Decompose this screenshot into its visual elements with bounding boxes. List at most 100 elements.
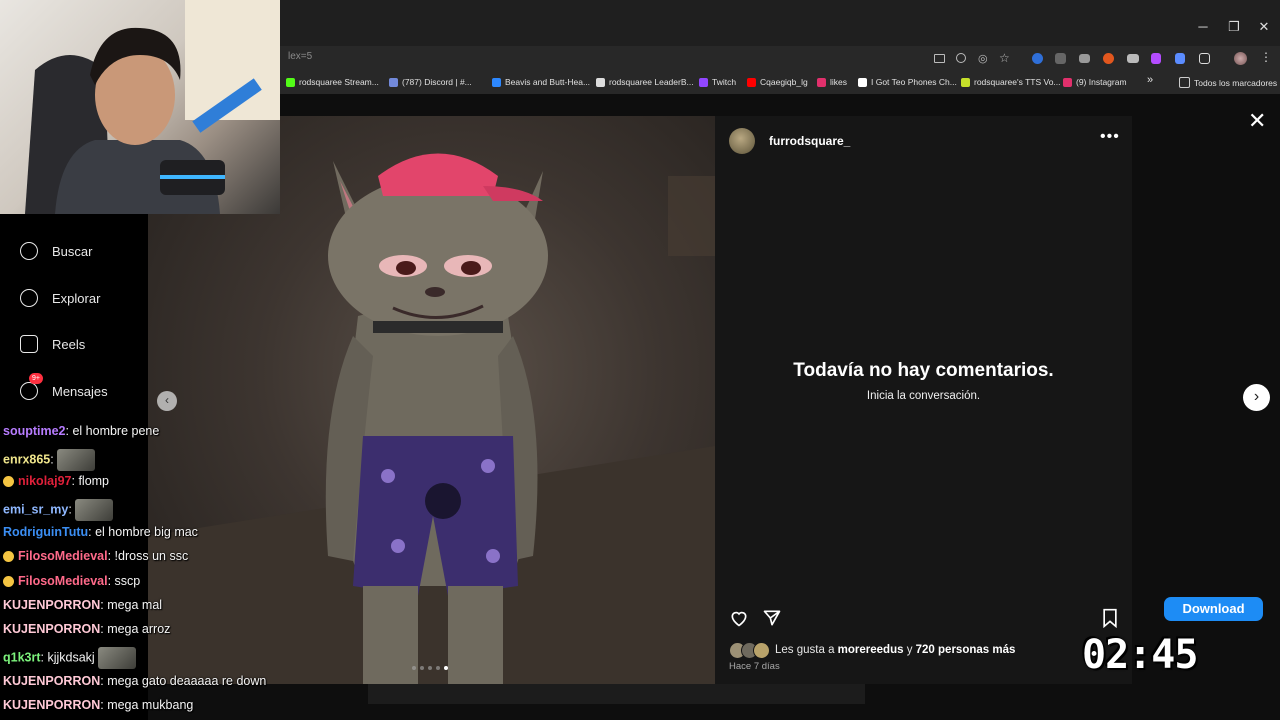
zoom-icon[interactable] bbox=[956, 53, 966, 63]
bookmark-item[interactable]: (9) Instagram bbox=[1063, 77, 1127, 87]
chat-username[interactable]: q1k3rt bbox=[3, 650, 41, 664]
close-window-button[interactable]: ✕ bbox=[1251, 14, 1277, 40]
minimize-button[interactable]: ─ bbox=[1190, 14, 1216, 40]
sidebar-item-label: Buscar bbox=[52, 243, 93, 259]
chat-message: KUJENPORRON: mega arroz bbox=[3, 622, 170, 636]
likes-count[interactable]: 720 personas más bbox=[916, 644, 1016, 656]
shorts-pattern bbox=[381, 469, 395, 483]
carousel-dot bbox=[420, 666, 424, 670]
extension-icon[interactable] bbox=[1151, 53, 1161, 64]
chat-text: : !dross un ssc bbox=[107, 549, 189, 563]
chat-username[interactable]: emi_sr_my bbox=[3, 502, 68, 516]
chat-message: RodriguinTutu: el hombre big mac bbox=[3, 525, 198, 539]
sidebar-item-label: Reels bbox=[52, 336, 86, 352]
no-comments-title: Todavía no hay comentarios. bbox=[793, 360, 1054, 381]
extension-icon[interactable] bbox=[1175, 53, 1185, 64]
chat-username[interactable]: nikolaj97 bbox=[18, 474, 72, 488]
chat-message: enrx865: bbox=[3, 449, 95, 471]
collar bbox=[373, 321, 503, 333]
chat-text: : mega arroz bbox=[100, 622, 171, 636]
chat-message: q1k3rt: kjjkdsakj bbox=[3, 647, 136, 669]
chat-username[interactable]: enrx865 bbox=[3, 452, 50, 466]
webcam-overlay bbox=[0, 0, 280, 214]
heart-icon[interactable] bbox=[729, 608, 749, 628]
bookmark-item[interactable]: rodsquaree LeaderB... bbox=[596, 77, 694, 87]
sidebar-item-reels[interactable]: Reels bbox=[20, 335, 85, 353]
extension-icon[interactable] bbox=[1103, 53, 1114, 64]
bookmark-item[interactable]: rodsquaree Stream... bbox=[286, 77, 379, 87]
chat-username[interactable]: KUJENPORRON bbox=[3, 598, 100, 612]
profile-avatar[interactable] bbox=[1234, 52, 1247, 65]
chat-username[interactable]: KUJENPORRON bbox=[3, 622, 100, 636]
bookmark-item[interactable]: likes bbox=[817, 77, 847, 87]
extension-icon[interactable] bbox=[1127, 54, 1139, 63]
carousel-indicator bbox=[412, 666, 448, 670]
chat-badge-icon bbox=[3, 551, 14, 563]
liker-username[interactable]: morereedus bbox=[838, 644, 904, 656]
likes-summary[interactable]: Les gusta a morereedus y 720 personas má… bbox=[775, 644, 1015, 656]
chat-message: KUJENPORRON: mega mal bbox=[3, 598, 162, 612]
download-button[interactable]: Download bbox=[1164, 597, 1263, 621]
user-avatar[interactable] bbox=[729, 128, 755, 154]
chat-username[interactable]: souptime2 bbox=[3, 424, 66, 438]
pupil-left bbox=[396, 261, 416, 275]
bookmark-label: rodsquaree Stream... bbox=[299, 77, 379, 87]
maximize-button[interactable]: ❐ bbox=[1221, 14, 1247, 40]
close-modal-button[interactable]: ✕ bbox=[1248, 108, 1266, 134]
chat-username[interactable]: FilosoMedieval bbox=[18, 549, 108, 563]
carousel-dot bbox=[412, 666, 416, 670]
chat-username[interactable]: FilosoMedieval bbox=[18, 574, 108, 588]
bookmark-star-icon[interactable]: ☆ bbox=[999, 51, 1013, 65]
pink-cap bbox=[378, 153, 498, 196]
post-username[interactable]: furrodsquare_ bbox=[769, 134, 850, 148]
extension-icon[interactable] bbox=[1079, 54, 1090, 63]
share-icon[interactable] bbox=[762, 608, 782, 628]
bookmark-item[interactable]: rodsquaree's TTS Vo... bbox=[961, 77, 1061, 87]
url-text[interactable]: lex=5 bbox=[288, 51, 312, 62]
sidebar-item-explorar[interactable]: Explorar bbox=[20, 289, 100, 307]
bookmark-item[interactable]: Beavis and Butt-Hea... bbox=[492, 77, 590, 87]
extension-icon[interactable] bbox=[1055, 53, 1066, 64]
chat-username[interactable]: RodriguinTutu bbox=[3, 525, 88, 539]
chat-text: : mega gato deaaaaa re down bbox=[100, 674, 267, 688]
bookmark-favicon bbox=[858, 77, 867, 87]
bookmark-item[interactable]: I Got Teo Phones Ch... bbox=[858, 77, 957, 87]
chat-text: : kjjkdsakj bbox=[40, 650, 95, 665]
previous-image-button[interactable]: ‹ bbox=[157, 391, 177, 411]
bookmark-label: Beavis and Butt-Hea... bbox=[505, 77, 591, 87]
gengar-print bbox=[425, 483, 461, 519]
more-options-icon[interactable]: ••• bbox=[1100, 128, 1120, 146]
bookmarks-overflow-button[interactable]: » bbox=[1147, 74, 1153, 86]
install-icon[interactable] bbox=[934, 54, 945, 63]
costume-leg-right bbox=[448, 586, 503, 684]
chat-message: FilosoMedieval: !dross un ssc bbox=[3, 549, 188, 563]
chat-text: : mega mal bbox=[100, 598, 163, 612]
chat-emote-image bbox=[97, 647, 136, 669]
bookmark-item[interactable]: Twitch bbox=[699, 77, 736, 87]
puzzle-icon[interactable] bbox=[1199, 53, 1210, 64]
all-bookmarks-button[interactable]: Todos los marcadores bbox=[1179, 77, 1277, 88]
sidebar-item-buscar[interactable]: Buscar bbox=[20, 242, 92, 260]
eye-off-icon[interactable]: ◎ bbox=[978, 52, 992, 66]
bookmark-favicon bbox=[747, 77, 756, 87]
bookmark-label: rodsquaree LeaderB... bbox=[609, 77, 694, 87]
chat-username[interactable]: KUJENPORRON bbox=[3, 698, 100, 712]
save-bookmark-icon[interactable] bbox=[1101, 608, 1119, 628]
likes-prefix: Les gusta a bbox=[775, 644, 838, 656]
kebab-menu-icon[interactable]: ⋮ bbox=[1260, 50, 1274, 64]
likes-connector: y bbox=[903, 644, 916, 656]
address-bar[interactable]: lex=5 ◎ ☆ ⋮ bbox=[280, 46, 1280, 72]
bookmark-item[interactable]: (787) Discord | #... bbox=[389, 77, 472, 87]
carousel-dot bbox=[428, 666, 432, 670]
pupil-right bbox=[461, 261, 481, 275]
liker-avatar bbox=[753, 642, 770, 659]
next-post-button[interactable]: › bbox=[1243, 384, 1270, 411]
bookmark-favicon bbox=[817, 77, 826, 87]
bookmark-item[interactable]: Cqaegiqb_lg bbox=[747, 77, 808, 87]
costume-leg-left bbox=[363, 586, 418, 684]
reels-icon bbox=[20, 335, 38, 353]
chat-message: souptime2: el hombre pene bbox=[3, 424, 159, 438]
sidebar-item-mensajes[interactable]: 9+ Mensajes bbox=[20, 373, 108, 400]
extension-icon[interactable] bbox=[1032, 53, 1043, 64]
chat-username[interactable]: KUJENPORRON bbox=[3, 674, 100, 688]
